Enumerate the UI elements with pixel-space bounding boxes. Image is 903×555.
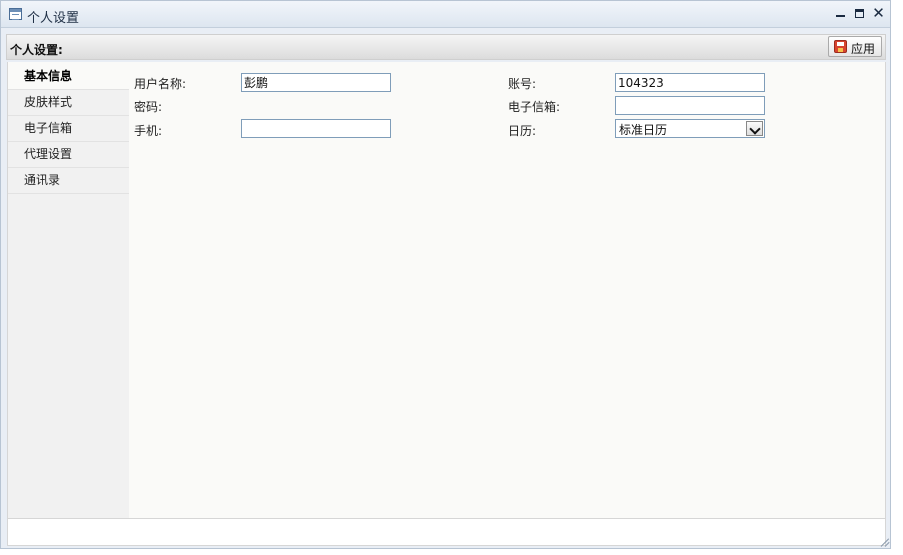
window-titlebar[interactable]: 个人设置 ✕ <box>1 1 890 28</box>
close-icon[interactable]: ✕ <box>872 6 885 21</box>
sidebar-item-basic-info[interactable]: 基本信息 <box>8 64 129 90</box>
account-input[interactable] <box>615 73 765 92</box>
email-label: 电子信箱: <box>508 100 561 114</box>
calendar-select[interactable]: 标准日历 <box>615 119 765 138</box>
save-icon <box>834 40 847 53</box>
password-label: 密码: <box>134 100 163 114</box>
table-icon <box>9 8 22 20</box>
sidebar-item-email[interactable]: 电子信箱 <box>8 116 129 142</box>
sidebar-item-skin[interactable]: 皮肤样式 <box>8 90 129 116</box>
minimize-icon[interactable] <box>834 6 847 20</box>
maximize-icon[interactable] <box>853 6 866 20</box>
mobile-label: 手机: <box>134 124 163 138</box>
settings-window: 个人设置 ✕ 个人设置: 应用 基本信息 皮肤样式 电子信箱 代理设置 通讯录 … <box>0 0 891 549</box>
account-label: 账号: <box>508 77 537 91</box>
apply-button[interactable]: 应用 <box>828 36 882 57</box>
mobile-input[interactable] <box>241 119 391 138</box>
window-footer <box>7 518 886 546</box>
toolbar-title: 个人设置: <box>10 43 63 57</box>
calendar-select-value: 标准日历 <box>619 123 668 137</box>
sidebar-item-proxy[interactable]: 代理设置 <box>8 142 129 168</box>
settings-sidebar: 基本信息 皮肤样式 电子信箱 代理设置 通讯录 <box>8 64 129 518</box>
apply-button-label: 应用 <box>851 42 876 56</box>
resize-grip-icon[interactable] <box>880 537 890 547</box>
settings-content: 基本信息 皮肤样式 电子信箱 代理设置 通讯录 用户名称: 密码: 手机: 账号… <box>7 62 886 518</box>
username-label: 用户名称: <box>134 77 187 91</box>
sidebar-item-contacts[interactable]: 通讯录 <box>8 168 129 194</box>
window-title: 个人设置 <box>27 11 80 26</box>
username-input[interactable] <box>241 73 391 92</box>
calendar-label: 日历: <box>508 124 537 138</box>
email-input[interactable] <box>615 96 765 115</box>
settings-toolbar: 个人设置: 应用 <box>6 34 886 60</box>
chevron-down-icon[interactable] <box>746 121 763 136</box>
